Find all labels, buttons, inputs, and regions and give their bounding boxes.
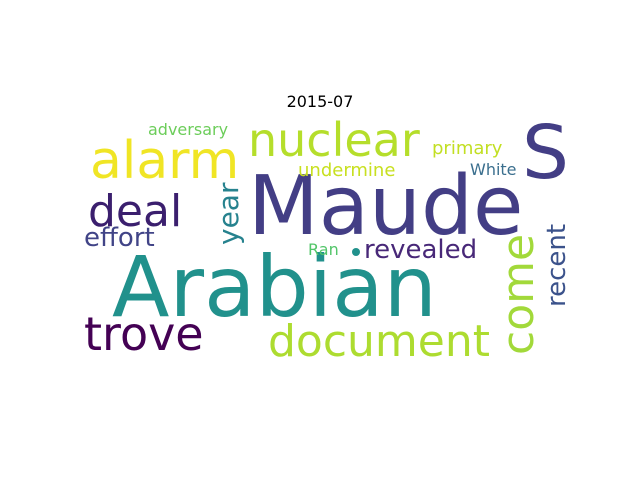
dot-mark xyxy=(352,248,360,256)
word-year: year xyxy=(212,182,245,245)
word-nuclear: nuclear xyxy=(248,113,420,167)
word-recent: recent xyxy=(542,224,572,307)
word-undermine: undermine xyxy=(298,160,395,181)
word-cloud: Maude Arabian S alarm nuclear document t… xyxy=(84,110,572,367)
word-s: S xyxy=(522,110,569,196)
word-ran: Ran xyxy=(308,240,339,259)
word-document: document xyxy=(268,316,490,367)
word-revealed: revealed xyxy=(364,235,477,265)
word-effort: effort xyxy=(84,223,155,253)
word-adversary: adversary xyxy=(148,120,228,139)
word-white: White xyxy=(470,160,517,179)
word-trove: trove xyxy=(84,307,204,361)
word-alarm: alarm xyxy=(90,131,239,191)
word-come: come xyxy=(493,234,544,355)
word-primary: primary xyxy=(432,138,503,159)
